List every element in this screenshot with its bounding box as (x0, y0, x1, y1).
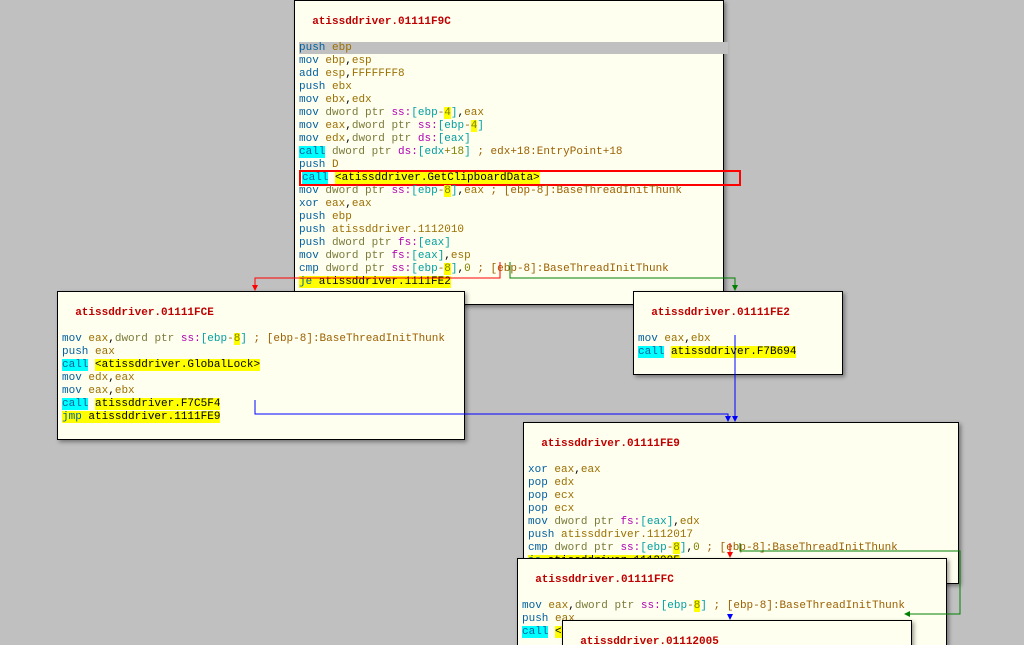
block-body: mov eax,ebxcall atissddriver.F7B694 (638, 333, 838, 359)
block-01111FCE[interactable]: atissddriver.01111FCE mov eax,dword ptr … (57, 291, 465, 440)
asm-line: mov dword ptr ss:[ebp-8],eax ; [ebp-8]:B… (299, 185, 719, 198)
block-title: atissddriver.01112005 (580, 636, 719, 645)
asm-line: mov eax,dword ptr ss:[ebp-8] ; [ebp-8]:B… (62, 333, 460, 346)
block-title: atissddriver.01111FFC (535, 574, 674, 586)
asm-line: call dword ptr ds:[edx+18] ; edx+18:Entr… (299, 146, 719, 159)
asm-line: push atissddriver.1112010 (299, 224, 719, 237)
block-01112005[interactable]: atissddriver.01112005 mov eax,dword ptr … (562, 620, 912, 645)
asm-line: pop edx (528, 477, 954, 490)
block-01111F9C[interactable]: atissddriver.01111F9C push ebp mov ebp,e… (294, 0, 724, 305)
block-title: atissddriver.01111FE9 (541, 438, 680, 450)
asm-line: je atissddriver.1111FE2 (299, 276, 719, 289)
asm-line: xor eax,eax (528, 464, 954, 477)
asm-line: jmp atissddriver.1111FE9 (62, 411, 460, 424)
asm-line: pop ecx (528, 503, 954, 516)
asm-line: push ebp (299, 42, 719, 55)
asm-line: cmp dword ptr ss:[ebp-8],0 ; [ebp-8]:Bas… (528, 542, 954, 555)
asm-line: mov eax,dword ptr ss:[ebp-4] (299, 120, 719, 133)
asm-line: mov eax,ebx (62, 385, 460, 398)
asm-line: call <atissddriver.GetClipboardData> (299, 172, 719, 185)
asm-line: mov ebp,esp (299, 55, 719, 68)
asm-line: mov eax,dword ptr ss:[ebp-8] ; [ebp-8]:B… (522, 600, 942, 613)
asm-line: call <atissddriver.GlobalLock> (62, 359, 460, 372)
asm-line: mov ebx,edx (299, 94, 719, 107)
asm-line: add esp,FFFFFFF8 (299, 68, 719, 81)
asm-line: push ebp (299, 211, 719, 224)
block-body: xor eax,eaxpop edxpop ecxpop ecxmov dwor… (528, 464, 954, 568)
block-title: atissddriver.01111FE2 (651, 307, 790, 319)
asm-line: xor eax,eax (299, 198, 719, 211)
block-body: push ebp mov ebp,espadd esp,FFFFFFF8push… (299, 42, 719, 289)
asm-line: cmp dword ptr ss:[ebp-8],0 ; [ebp-8]:Bas… (299, 263, 719, 276)
block-body: mov eax,dword ptr ss:[ebp-8] ; [ebp-8]:B… (62, 333, 460, 424)
asm-line: push dword ptr fs:[eax] (299, 237, 719, 250)
asm-line: mov dword ptr ss:[ebp-4],eax (299, 107, 719, 120)
asm-line: mov eax,ebx (638, 333, 838, 346)
asm-line: pop ecx (528, 490, 954, 503)
asm-line: call atissddriver.F7C5F4 (62, 398, 460, 411)
block-title: atissddriver.01111FCE (75, 307, 214, 319)
asm-line: push eax (62, 346, 460, 359)
block-01111FE2[interactable]: atissddriver.01111FE2 mov eax,ebxcall at… (633, 291, 843, 375)
asm-line: mov edx,eax (62, 372, 460, 385)
block-title: atissddriver.01111F9C (312, 16, 451, 28)
asm-line: push atissddriver.1112017 (528, 529, 954, 542)
asm-line: mov edx,dword ptr ds:[eax] (299, 133, 719, 146)
asm-line: call atissddriver.F7B694 (638, 346, 838, 359)
asm-line: push ebx (299, 81, 719, 94)
asm-line: mov dword ptr fs:[eax],esp (299, 250, 719, 263)
asm-line: mov dword ptr fs:[eax],edx (528, 516, 954, 529)
